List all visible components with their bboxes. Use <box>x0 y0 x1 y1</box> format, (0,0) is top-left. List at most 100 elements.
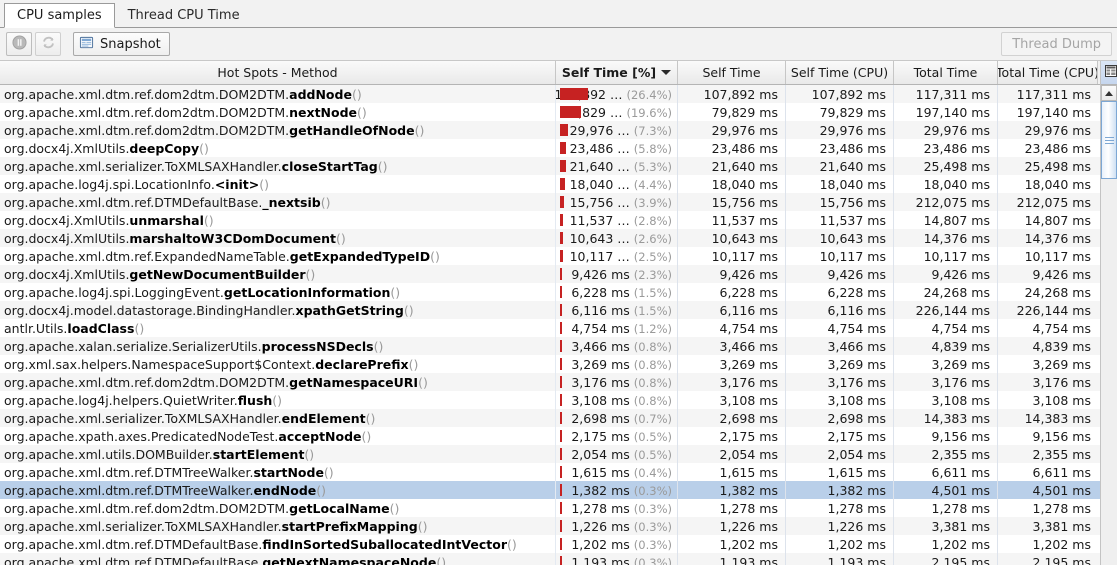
method-args: () <box>305 266 316 282</box>
method-name: getLocationInformation <box>223 284 391 300</box>
table-row[interactable]: org.apache.xml.dtm.ref.DTMDefaultBase. fi… <box>0 535 1100 553</box>
pause-button[interactable] <box>6 32 32 56</box>
cell-total-time: 212,075 ms <box>894 193 998 211</box>
self-time-percent: (0.3%) <box>633 483 672 498</box>
table-row[interactable]: org.apache.xml.serializer.ToXMLSAXHandle… <box>0 157 1100 175</box>
table-row[interactable]: org.apache.xml.dtm.ref.dom2dtm.DOM2DTM. g… <box>0 499 1100 517</box>
cell-total-time-cpu: 9,156 ms <box>1032 428 1091 444</box>
refresh-button[interactable] <box>35 32 61 56</box>
method-name: endNode <box>253 482 317 498</box>
column-header-self-time[interactable]: Self Time <box>678 61 786 84</box>
table-row[interactable]: org.apache.xml.dtm.ref.dom2dtm.DOM2DTM. g… <box>0 373 1100 391</box>
cell-total-time-cpu: 25,498 ms <box>1024 158 1091 174</box>
table-row[interactable]: org.docx4j.XmlUtils. deepCopy () 23,486 …(… <box>0 139 1100 157</box>
self-time-value: 6,116 ms <box>571 302 630 318</box>
table-row[interactable]: org.apache.xml.dtm.ref.DTMTreeWalker. end… <box>0 481 1100 499</box>
column-header-total-time-cpu[interactable]: Total Time (CPU) <box>998 61 1098 84</box>
cell-total-time: 14,807 ms <box>894 211 998 229</box>
self-time-bar <box>560 358 562 370</box>
method-name: nextNode <box>289 104 358 120</box>
table-row[interactable]: org.apache.xml.dtm.ref.dom2dtm.DOM2DTM. a… <box>0 85 1100 103</box>
cell-self-time: 2,698 ms <box>678 409 786 427</box>
method-package: org.apache.xalan.serialize.SerializerUti… <box>4 338 262 354</box>
table-row[interactable]: org.apache.xalan.serialize.SerializerUti… <box>0 337 1100 355</box>
column-header-self-time-cpu[interactable]: Self Time (CPU) <box>786 61 894 84</box>
cell-method: org.apache.log4j.spi.LoggingEvent. getLoc… <box>0 283 556 301</box>
cell-total-time-cpu: 10,117 ms <box>1024 248 1091 264</box>
self-time-percent: (1.2%) <box>633 321 672 336</box>
cell-method: org.apache.log4j.spi.LocationInfo. <init>… <box>0 175 556 193</box>
cell-total-time: 4,839 ms <box>894 337 998 355</box>
cell-total-time-cpu: 3,269 ms <box>1032 356 1091 372</box>
cell-self-time-cpu: 21,640 ms <box>786 157 894 175</box>
method-package: org.apache.xml.serializer.ToXMLSAXHandle… <box>4 518 282 534</box>
self-time-bar <box>560 484 562 496</box>
cell-method: org.apache.log4j.helpers.QuietWriter. flu… <box>0 391 556 409</box>
cell-self-time-pct: 79,829 … (19.6%) <box>556 103 678 121</box>
table-row[interactable]: org.apache.xml.dtm.ref.dom2dtm.DOM2DTM. n… <box>0 103 1100 121</box>
cell-self-time: 10,117 ms <box>678 247 786 265</box>
method-args: () <box>403 302 414 318</box>
method-name: marshaltoW3CDomDocument <box>129 230 336 246</box>
table-row[interactable]: org.docx4j.model.datastorage.BindingHand… <box>0 301 1100 319</box>
snapshot-button[interactable]: Snapshot <box>73 32 170 56</box>
method-package: org.docx4j.XmlUtils. <box>4 212 130 228</box>
scroll-thumb-grip-icon <box>1104 135 1114 146</box>
self-time-percent: (2.6%) <box>633 231 672 246</box>
self-time-bar <box>560 178 565 190</box>
snapshot-document-icon <box>79 35 94 54</box>
table-row[interactable]: org.apache.xml.utils.DOMBuilder. startEle… <box>0 445 1100 463</box>
table-row[interactable]: org.apache.xml.serializer.ToXMLSAXHandle… <box>0 517 1100 535</box>
cell-total-time: 14,376 ms <box>894 229 998 247</box>
table-row[interactable]: org.apache.xml.dtm.ref.DTMDefaultBase. ge… <box>0 553 1100 565</box>
self-time-percent: (0.8%) <box>633 339 672 354</box>
self-time-value: 9,426 ms <box>571 266 630 282</box>
table-row[interactable]: org.apache.xml.dtm.ref.DTMDefaultBase. _n… <box>0 193 1100 211</box>
cell-self-time-cpu: 1,193 ms <box>786 553 894 565</box>
table-row[interactable]: org.apache.log4j.spi.LoggingEvent. getLoc… <box>0 283 1100 301</box>
column-header-self-time[interactable]: Self Time [%] <box>556 61 678 84</box>
table-row[interactable]: org.apache.log4j.spi.LocationInfo. <init>… <box>0 175 1100 193</box>
table-row[interactable]: org.apache.xml.dtm.ref.DTMTreeWalker. sta… <box>0 463 1100 481</box>
table-row[interactable]: org.apache.xpath.axes.PredicatedNodeTest… <box>0 427 1100 445</box>
cell-self-time-pct: 10,117 … (2.5%) <box>556 247 678 265</box>
tab-thread-cpu-time[interactable]: Thread CPU Time <box>115 3 253 27</box>
column-header-total-time[interactable]: Total Time <box>894 61 998 84</box>
self-time-bar <box>560 250 563 262</box>
cell-self-time: 11,537 ms <box>678 211 786 229</box>
cell-total-time: 1,202 ms <box>894 535 998 553</box>
vertical-scrollbar[interactable] <box>1100 61 1117 565</box>
table-row[interactable]: org.docx4j.XmlUtils. getNewDocumentBuilde… <box>0 265 1100 283</box>
tab-cpu-samples[interactable]: CPU samples <box>4 3 115 28</box>
table-row[interactable]: org.docx4j.XmlUtils. unmarshal () 11,537 …… <box>0 211 1100 229</box>
method-args: () <box>203 212 214 228</box>
scrollbar-track[interactable] <box>1101 179 1117 565</box>
table-row[interactable]: org.apache.xml.dtm.ref.dom2dtm.DOM2DTM. g… <box>0 121 1100 139</box>
method-package: org.apache.xml.utils.DOMBuilder. <box>4 446 213 462</box>
table-row[interactable]: org.apache.xml.dtm.ref.ExpandedNameTable… <box>0 247 1100 265</box>
table-row[interactable]: org.docx4j.XmlUtils. marshaltoW3CDomDocum… <box>0 229 1100 247</box>
sort-descending-icon <box>661 70 672 75</box>
cell-self-time-pct: 3,108 ms (0.8%) <box>556 391 678 409</box>
cell-self-time: 3,269 ms <box>678 355 786 373</box>
method-name: startNode <box>253 464 324 480</box>
cell-self-time-cpu: 9,426 ms <box>786 265 894 283</box>
cell-self-time-pct: 11,537 … (2.8%) <box>556 211 678 229</box>
thread-dump-button[interactable]: Thread Dump <box>1001 32 1112 56</box>
table-row[interactable]: org.apache.xml.serializer.ToXMLSAXHandle… <box>0 409 1100 427</box>
cell-method: org.apache.xml.dtm.ref.DTMTreeWalker. end… <box>0 481 556 499</box>
scrollbar-thumb[interactable] <box>1101 101 1117 179</box>
cell-self-time-cpu: 6,116 ms <box>786 301 894 319</box>
column-chooser-button[interactable] <box>1101 61 1117 85</box>
method-args: () <box>365 410 376 426</box>
cell-total-time: 3,269 ms <box>894 355 998 373</box>
column-header-hot-spots-method[interactable]: Hot Spots - Method <box>0 61 556 84</box>
scroll-up-button[interactable] <box>1101 85 1117 101</box>
table-row[interactable]: org.xml.sax.helpers.NamespaceSupport$Con… <box>0 355 1100 373</box>
table-row[interactable]: org.apache.log4j.helpers.QuietWriter. flu… <box>0 391 1100 409</box>
column-header-label: Self Time [%] <box>561 65 657 80</box>
table-row[interactable]: antlr.Utils. loadClass () 4,754 ms (1.2%) 4,… <box>0 319 1100 337</box>
method-package: org.docx4j.XmlUtils. <box>4 230 130 246</box>
method-name: _nextsib <box>262 194 321 210</box>
cell-total-time-cpu: 3,381 ms <box>1032 518 1091 534</box>
